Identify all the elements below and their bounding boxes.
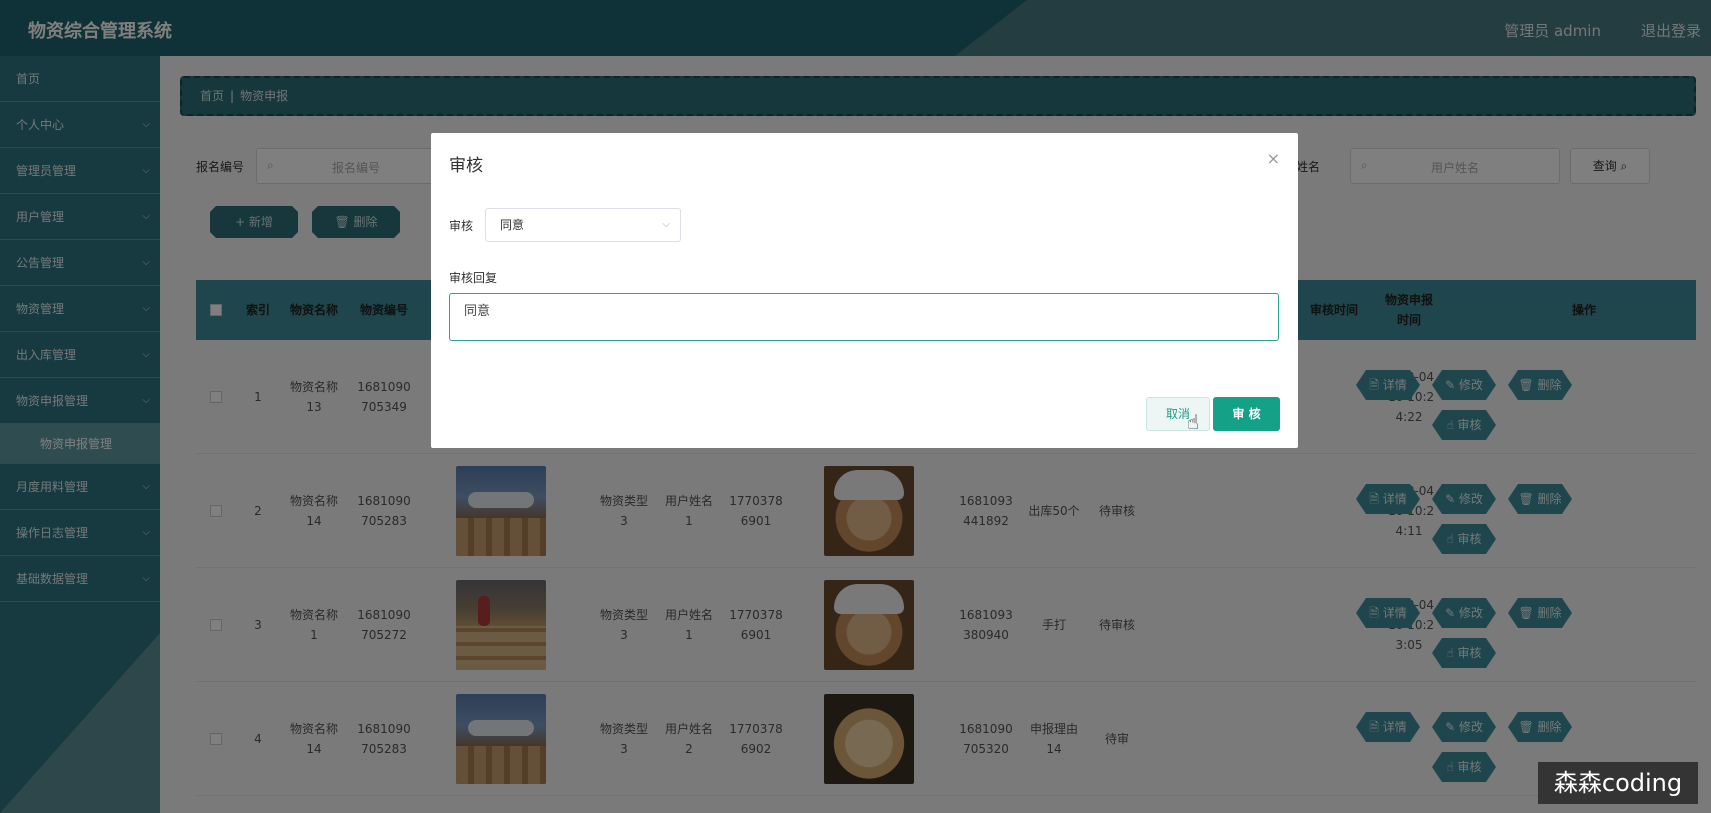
chevron-down-icon: ⌵ <box>662 219 670 230</box>
reply-field-label: 审核回复 <box>449 271 498 285</box>
watermark: 森森coding <box>1538 762 1698 804</box>
dialog-title: 审核 <box>449 156 483 176</box>
audit-field-label: 审核 <box>449 219 474 233</box>
cancel-button[interactable]: 取消 <box>1146 397 1210 431</box>
close-icon[interactable]: × <box>1267 149 1280 168</box>
hand-cursor-icon: ☝ <box>1187 410 1200 434</box>
audit-dialog: 审核 × 审核 同意 ⌵ 审核回复 同意 取消 审 核 <box>431 133 1298 448</box>
reply-textarea[interactable]: 同意 <box>449 293 1279 341</box>
audit-select[interactable]: 同意 ⌵ <box>485 208 681 242</box>
audit-confirm-button[interactable]: 审 核 <box>1213 397 1280 431</box>
audit-select-value: 同意 <box>500 218 525 232</box>
